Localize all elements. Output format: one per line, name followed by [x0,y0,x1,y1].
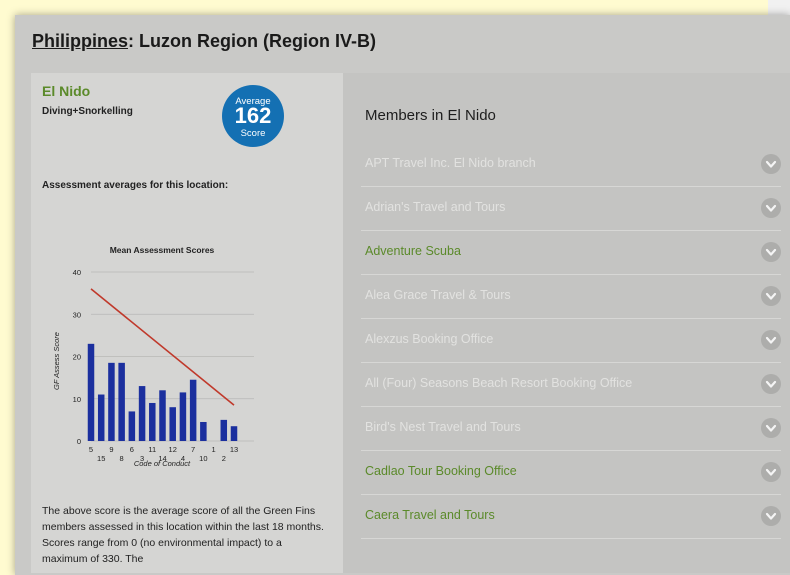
chart-x-tick-label: 9 [109,445,113,454]
member-row[interactable]: All (Four) Seasons Beach Resort Booking … [361,362,781,407]
member-name[interactable]: Adventure Scuba [365,244,461,258]
location-activity: Diving+Snorkelling [42,106,133,117]
chart-y-tick-label: 0 [77,437,81,446]
chart-x-tick-label: 7 [191,445,195,454]
expand-chevron-icon[interactable] [761,154,781,174]
member-name[interactable]: Caera Travel and Tours [365,508,495,522]
expand-chevron-icon[interactable] [761,374,781,394]
chart-x-tick-label: 11 [148,445,156,454]
member-row[interactable]: Caera Travel and Tours [361,494,781,539]
location-summary: El Nido Diving+Snorkelling Average 162 S… [31,73,343,573]
region-name: Luzon Region (Region IV-B) [134,31,376,51]
member-name[interactable]: All (Four) Seasons Beach Resort Booking … [365,376,632,390]
chart-y-axis-label: GF Assess Score [52,332,61,390]
expand-chevron-icon[interactable] [761,198,781,218]
member-name[interactable]: APT Travel Inc. El Nido branch [365,156,536,170]
country-link[interactable]: Philippines [32,31,128,51]
chart-bar [118,362,125,441]
chart-x-tick-label: 5 [89,445,93,454]
chart-bar [97,394,105,441]
page-title: Philippines: Luzon Region (Region IV-B) [32,31,376,52]
chart-bar [128,411,136,441]
mean-assessment-chart: Mean Assessment Scores GF Assess Score C… [52,245,254,468]
expand-chevron-icon[interactable] [761,418,781,438]
chart-x-tick-label: 13 [230,445,238,454]
assessment-heading: Assessment averages for this location: [42,180,229,191]
chart-x-tick-label: 3 [140,454,144,463]
member-name[interactable]: Alea Grace Travel & Tours [365,288,511,302]
chart-bar [159,390,166,441]
members-heading: Members in El Nido [365,107,496,124]
badge-score: 162 [234,103,272,128]
chart-y-tick-label: 40 [73,268,81,277]
member-row[interactable]: Cadlao Tour Booking Office [361,450,781,495]
chart-x-tick-label: 6 [130,445,134,454]
chart-title: Mean Assessment Scores [110,245,215,255]
score-description: The above score is the average score of … [42,505,324,565]
member-row[interactable]: Adrian's Travel and Tours [361,186,781,231]
chart-bar [200,421,207,441]
expand-chevron-icon[interactable] [761,462,781,482]
member-row[interactable]: Alexzus Booking Office [361,318,781,363]
chart-x-tick-label: 14 [158,454,166,463]
chart-bar [138,386,146,441]
badge-bottom-label: Score [240,128,266,139]
chart-bar [169,407,176,441]
average-score-badge: Average 162 Score [222,85,284,147]
member-row[interactable]: APT Travel Inc. El Nido branch [361,142,781,187]
member-name[interactable]: Bird's Nest Travel and Tours [365,420,521,434]
chart-bar [230,426,238,441]
chart-x-tick-label: 10 [199,454,207,463]
chart-y-tick-label: 20 [73,353,81,362]
chart-bar [149,402,156,441]
chart-bar [189,379,197,441]
chart-x-tick-label: 15 [97,454,105,463]
chart-x-tick-label: 1 [211,445,215,454]
chart-y-tick-label: 30 [73,310,81,319]
expand-chevron-icon[interactable] [761,506,781,526]
member-row[interactable]: Bird's Nest Travel and Tours [361,406,781,451]
chart-x-tick-label: 2 [222,454,226,463]
member-row[interactable]: Alea Grace Travel & Tours [361,274,781,319]
region-panel: Philippines: Luzon Region (Region IV-B) … [15,15,790,575]
member-name[interactable]: Adrian's Travel and Tours [365,200,505,214]
expand-chevron-icon[interactable] [761,286,781,306]
expand-chevron-icon[interactable] [761,242,781,262]
location-name: El Nido [42,83,91,99]
expand-chevron-icon[interactable] [761,330,781,350]
chart-bar [220,419,228,441]
chart-x-tick-label: 8 [120,454,124,463]
chart-bar [179,392,187,441]
member-name[interactable]: Cadlao Tour Booking Office [365,464,517,478]
chart-bar [87,343,95,441]
chart-x-tick-label: 4 [181,454,185,463]
chart-y-tick-label: 10 [73,395,81,404]
chart-bar [108,362,115,441]
member-name[interactable]: Alexzus Booking Office [365,332,493,346]
members-panel: Members in El Nido APT Travel Inc. El Ni… [343,73,790,573]
chart-x-tick-label: 12 [169,445,177,454]
member-row[interactable]: Adventure Scuba [361,230,781,275]
